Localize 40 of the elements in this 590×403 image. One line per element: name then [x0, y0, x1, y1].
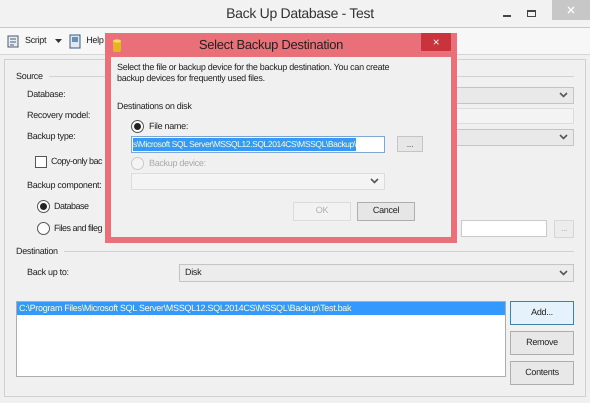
chevron-down-icon — [559, 92, 568, 98]
files-field[interactable] — [461, 220, 547, 237]
group-title: Source — [16, 70, 43, 83]
close-button[interactable]: × — [421, 33, 451, 51]
radio-label: Backup device: — [149, 156, 206, 170]
toolbar-button[interactable]: Help — [68, 34, 104, 48]
action-button[interactable]: Contents — [510, 361, 574, 385]
dialog-button[interactable]: Cancel — [357, 202, 415, 220]
minimize-icon[interactable] — [503, 14, 511, 16]
database-icon — [113, 38, 121, 52]
window-title: Back Up Database - Test — [225, 4, 375, 23]
chevron-down-icon — [559, 134, 568, 140]
help-icon — [68, 34, 84, 48]
field-label: Backup type: — [27, 130, 76, 144]
maximize-icon[interactable] — [527, 10, 536, 17]
dialog-description: Select the file or backup device for the backup destination. You can create backup devices for frequently used files. — [117, 62, 390, 84]
field-label: Recovery model: — [27, 109, 90, 122]
radio-label: File name: — [149, 120, 188, 133]
close-icon — [567, 6, 575, 14]
action-button[interactable]: Remove — [510, 331, 574, 355]
radio-label: Database — [54, 200, 89, 213]
checkbox-label: Copy-only bac — [51, 154, 102, 168]
radio-label: Files and fileg — [54, 222, 102, 235]
dropdown-arrow-icon[interactable] — [55, 39, 62, 43]
field-label: Backup component: — [27, 178, 102, 192]
field-label: Back up to: — [27, 266, 69, 280]
chevron-down-icon — [559, 270, 568, 276]
field-label: Database: — [27, 88, 66, 102]
group-title: Destination — [16, 244, 58, 258]
browse-button[interactable]: ... — [397, 136, 423, 152]
toolbar-button[interactable]: Script — [6, 34, 46, 48]
radio-button[interactable] — [37, 222, 50, 235]
checkbox[interactable] — [35, 156, 47, 168]
section-label: Destinations on disk — [117, 100, 193, 113]
radio-button[interactable] — [131, 120, 144, 133]
back-up-to-dropdown[interactable]: Disk — [179, 264, 574, 282]
action-button[interactable]: Add... — [510, 301, 574, 325]
dialog-title: Select Backup Destination — [198, 36, 344, 54]
chevron-down-icon — [370, 178, 379, 184]
radio-button[interactable] — [37, 200, 50, 213]
